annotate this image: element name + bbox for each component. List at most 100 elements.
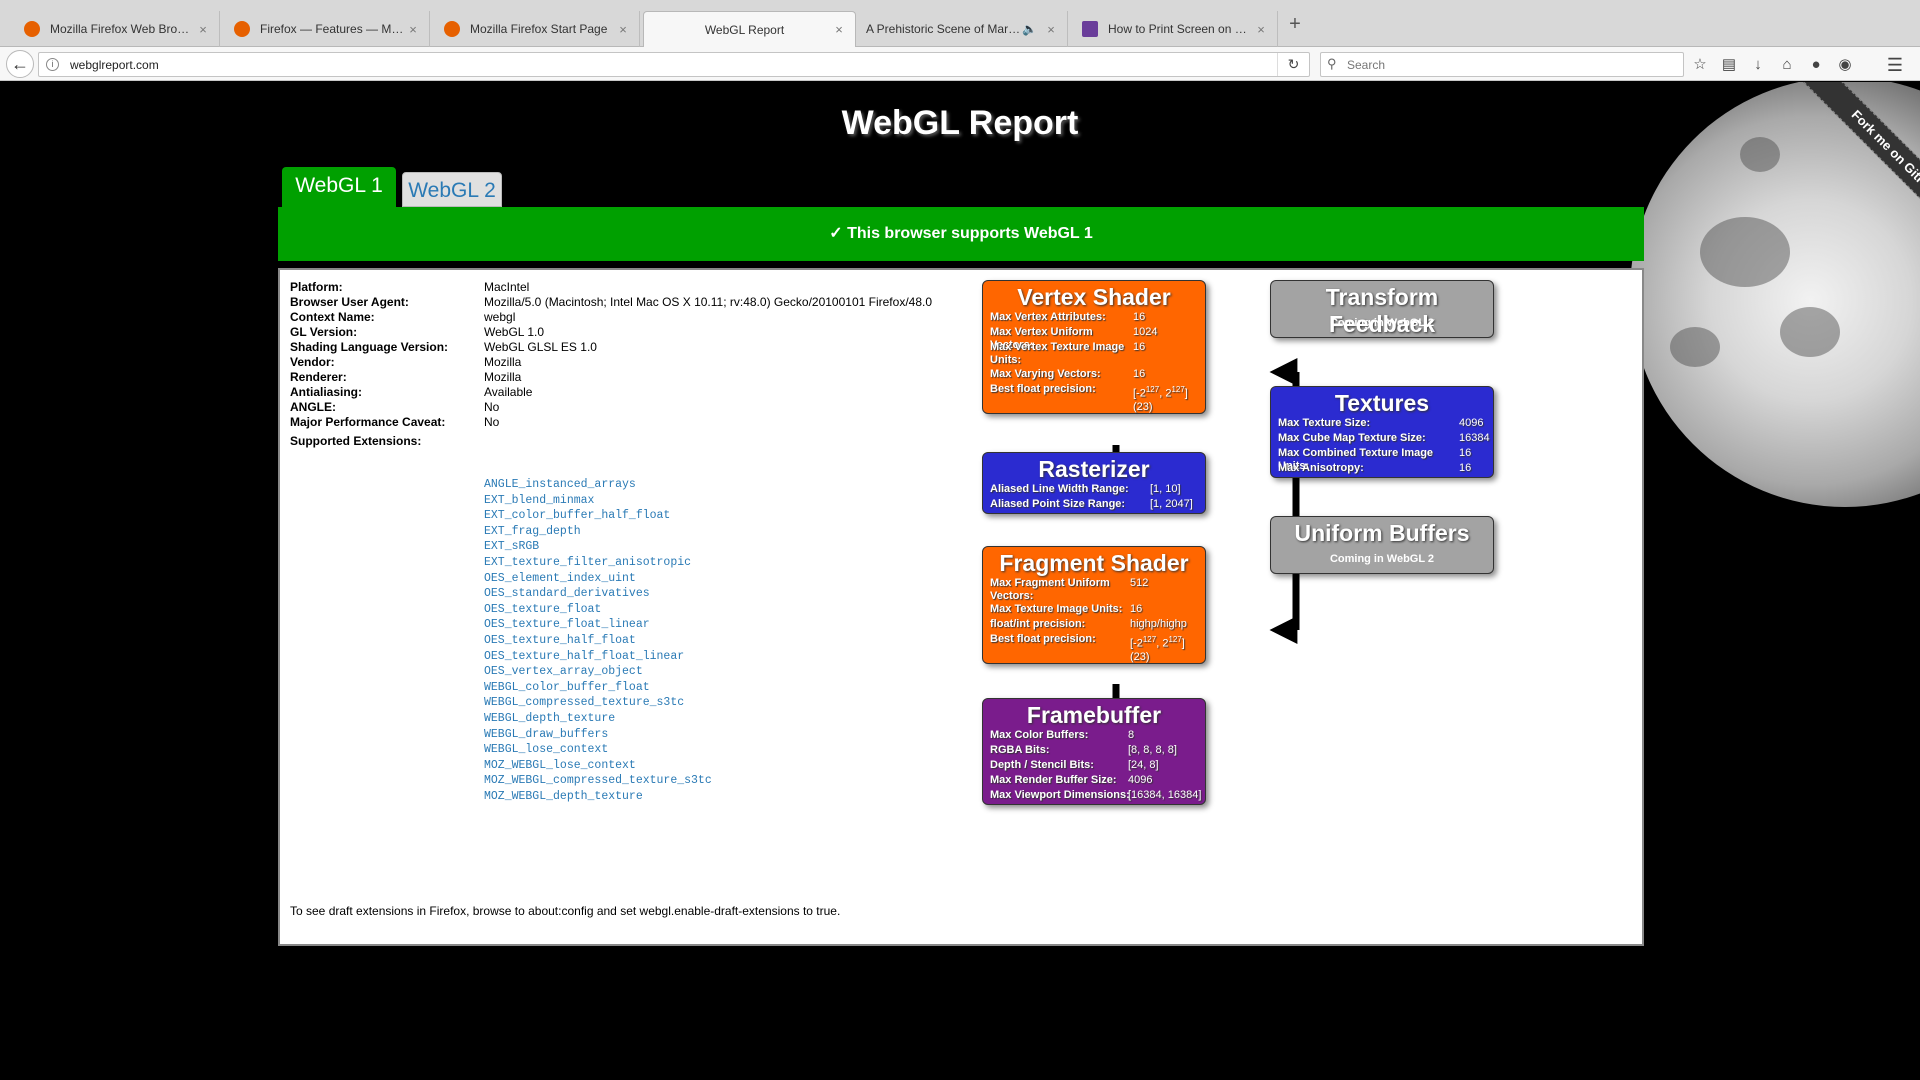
fragment-shader-box: Fragment Shader Max Fragment Uniform Vec… [982,546,1206,664]
stage-label: Max Color Buffers: [990,729,1089,741]
back-arrow-icon: ← [11,54,29,74]
search-bar[interactable]: ⚲ [1320,52,1684,77]
tab-strip: Mozilla Firefox Web Brows... × Firefox —… [0,0,1920,47]
transform-feedback-box: Transform Feedback Coming in WebGL 2 [1270,280,1494,338]
browser-tab[interactable]: Mozilla Firefox Web Brows... × [10,11,220,47]
textures-box: Textures Max Texture Size: 4096 Max Cube… [1270,386,1494,478]
pocket-icon[interactable]: ◉ [1835,55,1855,75]
stage-value: highp/highp [1130,618,1187,630]
moon-crater [1670,327,1720,367]
stage-value: 4096 [1459,417,1484,429]
stage-label: Best float precision: [990,383,1096,395]
stage-note: Coming in WebGL 2 [1329,317,1435,329]
framebuffer-box: Framebuffer Max Color Buffers: 8 RGBA Bi… [982,698,1206,805]
search-icon: ⚲ [1327,56,1337,71]
stage-label: Max Varying Vectors: [990,368,1101,380]
browser-tab[interactable]: A Prehistoric Scene of Mars... 🔈 × [858,11,1068,47]
tab-title: Mozilla Firefox Start Page [470,22,608,36]
stage-value: 16 [1130,603,1143,615]
stage-title: Rasterizer [1038,456,1150,482]
firefox-icon [444,21,460,37]
stage-value: [8, 8, 8, 8] [1128,744,1177,756]
stage-label: Aliased Line Width Range: [990,483,1129,495]
stage-value: 4096 [1128,774,1153,786]
close-icon[interactable]: × [1043,22,1059,37]
stage-label: Max Texture Image Units: [990,603,1123,615]
back-button[interactable]: ← [6,50,34,78]
stage-value: 16384 [1459,432,1490,444]
webgl-report-page: Fork me on GitHub WebGL Report WebGL 1 W… [0,82,1920,1080]
firefox-icon [24,21,40,37]
stage-label: Max Render Buffer Size: [990,774,1117,786]
tab-title: A Prehistoric Scene of Mars... [866,22,1023,36]
stage-value: [1, 2047] [1150,498,1193,510]
tab-title: Firefox — Features — Mozilla [260,22,405,36]
browser-tab[interactable]: Mozilla Firefox Start Page × [430,11,640,47]
tab-title: Mozilla Firefox Web Brows... [50,22,195,36]
uniform-buffers-box: Uniform Buffers Coming in WebGL 2 [1270,516,1494,574]
stage-value: 16 [1459,447,1472,459]
report-panel: Platform: MacIntel Browser User Agent: M… [278,268,1644,946]
close-icon[interactable]: × [1253,22,1269,37]
close-icon[interactable]: × [831,22,847,37]
chat-icon[interactable]: ● [1806,55,1826,75]
browser-tab-active[interactable]: WebGL Report × [643,11,856,47]
stage-title: Transform Feedback [1325,284,1439,337]
site-info-icon[interactable]: i [46,58,59,71]
new-tab-button[interactable]: + [1283,13,1307,36]
browser-tab[interactable]: Firefox — Features — Mozilla × [220,11,430,47]
stage-value: [-2127, 2127] (23) [1130,635,1185,663]
moon-crater [1700,217,1790,287]
tab-webgl2[interactable]: WebGL 2 [402,172,502,207]
stage-note: Coming in WebGL 2 [1329,553,1435,565]
tab-title: WebGL Report [704,22,785,37]
stage-value: [24, 8] [1128,759,1159,771]
stage-value: 512 [1130,577,1149,589]
speaker-icon[interactable]: 🔈 [1022,22,1037,36]
home-icon[interactable]: ⌂ [1777,55,1797,75]
stage-value: 8 [1128,729,1135,741]
pipeline-arrows [1102,297,1347,729]
stage-value: 16 [1133,341,1146,353]
stage-title: Uniform Buffers [1294,520,1470,546]
firefox-icon [234,21,250,37]
stage-label: Max Cube Map Texture Size: [1278,432,1426,444]
stage-title: Textures [1334,390,1430,416]
vertex-shader-box: Vertex Shader Max Vertex Attributes: 16 … [982,280,1206,414]
close-icon[interactable]: × [405,22,421,37]
stage-value: 1024 [1133,326,1158,338]
stage-title: Fragment Shader [999,550,1189,576]
moon-crater [1780,307,1840,357]
stage-label: Max Fragment Uniform Vectors: [990,577,1110,602]
address-bar[interactable]: i webglreport.com ↻ [38,52,1310,77]
close-icon[interactable]: × [615,22,631,37]
stage-title: Framebuffer [1026,702,1162,728]
page-title: WebGL Report [841,104,1079,142]
stage-label: RGBA Bits: [990,744,1050,756]
stage-title: Vertex Shader [1017,284,1171,310]
tab-webgl1[interactable]: WebGL 1 [282,167,396,207]
stage-value: [16384, 16384] [1128,789,1202,801]
search-input[interactable] [1347,54,1677,75]
close-icon[interactable]: × [195,22,211,37]
reading-list-icon[interactable]: ▤ [1719,55,1739,75]
stage-label: Aliased Point Size Range: [990,498,1126,510]
stage-label: Best float precision: [990,633,1096,645]
stage-label: Max Vertex Attributes: [990,311,1106,323]
stage-label: Max Texture Size: [1278,417,1371,429]
browser-tab[interactable]: How to Print Screen on a M... × [1068,11,1278,47]
stage-value: 16 [1459,462,1472,474]
stage-label: Max Viewport Dimensions: [990,789,1130,801]
url-text[interactable]: webglreport.com [70,58,159,72]
menu-icon[interactable]: ☰ [1885,55,1905,75]
site-favicon-icon [1082,21,1098,37]
bookmark-star-icon[interactable]: ☆ [1690,55,1710,75]
stage-label: Max Anisotropy: [1278,462,1364,474]
download-icon[interactable]: ↓ [1748,55,1768,75]
stage-label: Depth / Stencil Bits: [990,759,1094,771]
stage-value: 16 [1133,311,1146,323]
stage-value: [-2127, 2127] (23) [1133,385,1188,413]
reload-icon[interactable]: ↻ [1277,53,1309,76]
stage-label: Max Vertex Texture Image Units: [990,341,1125,366]
stage-label: float/int precision: [990,618,1086,630]
